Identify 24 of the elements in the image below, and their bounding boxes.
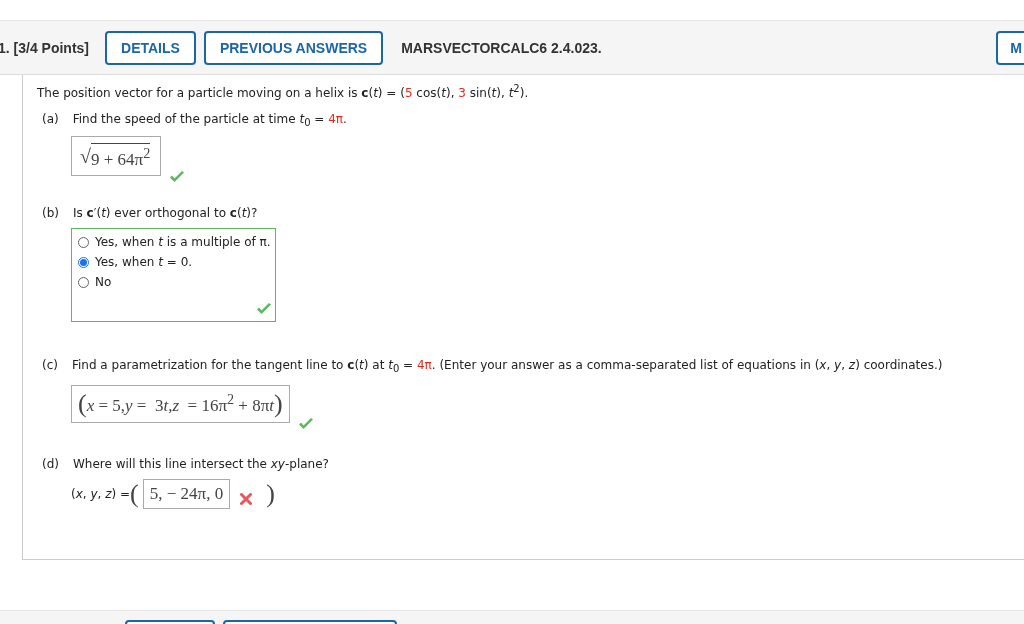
radio-button[interactable] [78, 236, 89, 248]
radio-button[interactable] [78, 276, 89, 288]
problem-statement: The position vector for a particle moving on a helix is c(t) = (5 cos(t), 3 sin(t), t$^{2}$). [37, 83, 530, 100]
close-paren: ) [266, 478, 275, 509]
previous-answers-button[interactable]: PREVIOUS ANSWERS [203, 30, 384, 65]
answer-box[interactable]: (x = 5,y = 3t,z = 16π$^{2}$ + 8πt) [71, 384, 290, 423]
problem-code: MARSVECTORCALC6 2.4.023. [401, 39, 602, 56]
part-question: Where will this line intersect the xy-plane? [73, 456, 329, 471]
header-button[interactable]: M [996, 30, 1024, 65]
radio-button[interactable] [78, 256, 89, 268]
option-label[interactable]: Yes, when t is a multiple of π. [95, 235, 271, 250]
part-label: (d) [42, 456, 59, 471]
option-label[interactable]: Yes, when t = 0. [95, 255, 193, 270]
details-button[interactable]: DETAILS [105, 30, 196, 65]
open-paren: ( [130, 478, 139, 509]
part-question: Is c′(t) ever orthogonal to c(t)? [73, 206, 258, 221]
option-label[interactable]: No [95, 275, 112, 290]
part-label: (b) [42, 206, 59, 221]
part-label: (a) [42, 112, 59, 128]
part-label: (c) [42, 358, 58, 375]
part-question: Find the speed of the particle at time t$_{0}$ = 4π. [72, 112, 347, 129]
answer-box[interactable]: 5, − 24π, 0 [142, 478, 231, 509]
coordinate-label: (x, y, z) = [71, 486, 131, 501]
part-question: Find a parametrization for the tangent line to c(t) at t$_{0}$ = 4π. (Enter your answer as a comma-separated list of equations in (x, y, z) coordinates.) [71, 358, 943, 375]
